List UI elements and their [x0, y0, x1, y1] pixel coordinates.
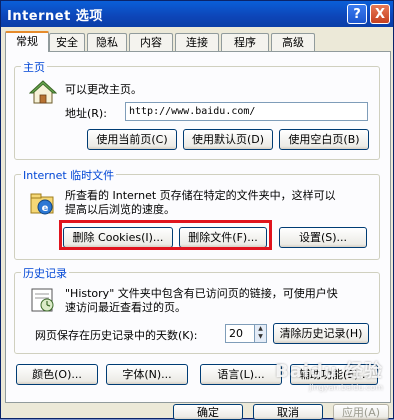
general-tab-panel: 主页 可以更改主页。 地址(R): http://www.baidu.com/ …: [5, 51, 391, 403]
languages-button[interactable]: 语言(L)...: [200, 364, 282, 385]
window-title: Internet 选项: [7, 9, 103, 24]
watermark-url: jingyan.baidu.com: [309, 383, 383, 392]
history-icon: [31, 288, 54, 312]
red-highlight-box: [59, 220, 272, 250]
svg-text:e: e: [42, 203, 49, 214]
tab-privacy[interactable]: 隐私: [87, 33, 127, 51]
cancel-button[interactable]: 取消: [253, 404, 323, 420]
tab-connections[interactable]: 连接: [175, 33, 219, 51]
fonts-button[interactable]: 字体(N)...: [106, 364, 188, 385]
watermark: Baidu 经验 jingyan.baidu.com: [275, 357, 383, 392]
tab-advanced[interactable]: 高级: [271, 33, 315, 51]
temp-files-description-line2: 提高以后浏览的速度。: [65, 203, 175, 216]
use-default-page-button[interactable]: 使用默认页(D): [183, 129, 273, 150]
clear-history-button[interactable]: 清除历史记录(H): [273, 323, 369, 344]
history-days-label: 网页保存在历史记录中的天数(K):: [35, 329, 198, 342]
house-icon: [29, 80, 57, 104]
history-group: 历史记录 "History" 文件夹中包含有已访问页的链接，可使用户快 速访问最…: [14, 265, 380, 354]
history-days-spinner[interactable]: ▲ ▼: [255, 324, 267, 343]
homepage-group: 主页 可以更改主页。 地址(R): http://www.baidu.com/ …: [14, 59, 380, 160]
temp-files-settings-button[interactable]: 设置(S)...: [279, 227, 367, 248]
use-blank-page-button[interactable]: 使用空白页(B): [279, 129, 369, 150]
use-current-page-button[interactable]: 使用当前页(C): [87, 129, 177, 150]
history-days-input[interactable]: 20: [225, 324, 255, 343]
title-bar[interactable]: Internet 选项 ? X: [1, 1, 393, 27]
tab-content[interactable]: 内容: [129, 33, 173, 51]
homepage-description: 可以更改主页。: [65, 83, 142, 96]
temp-files-group-label: Internet 临时文件: [21, 167, 117, 183]
tab-general[interactable]: 常规: [5, 31, 49, 52]
watermark-brand: Baidu 经验: [274, 361, 383, 382]
apply-button[interactable]: 应用(A): [333, 404, 389, 420]
homepage-address-field[interactable]: http://www.baidu.com/: [125, 102, 368, 121]
homepage-group-label: 主页: [21, 59, 47, 75]
history-group-label: 历史记录: [21, 265, 69, 281]
ok-button[interactable]: 确定: [173, 404, 243, 420]
tab-security[interactable]: 安全: [49, 33, 85, 51]
history-description-line2: 速访问最近查看过的页。: [65, 301, 186, 314]
address-label: 地址(R):: [65, 107, 107, 120]
ie-folder-icon: e: [30, 193, 54, 215]
help-button[interactable]: ?: [347, 4, 367, 24]
tab-programs[interactable]: 程序: [221, 33, 269, 51]
colors-button[interactable]: 颜色(O)...: [16, 364, 98, 385]
close-button[interactable]: X: [370, 4, 390, 24]
internet-options-window: Internet 选项 ? X 常规 安全 隐私 内容 连接 程序 高级 主页 …: [0, 0, 394, 420]
